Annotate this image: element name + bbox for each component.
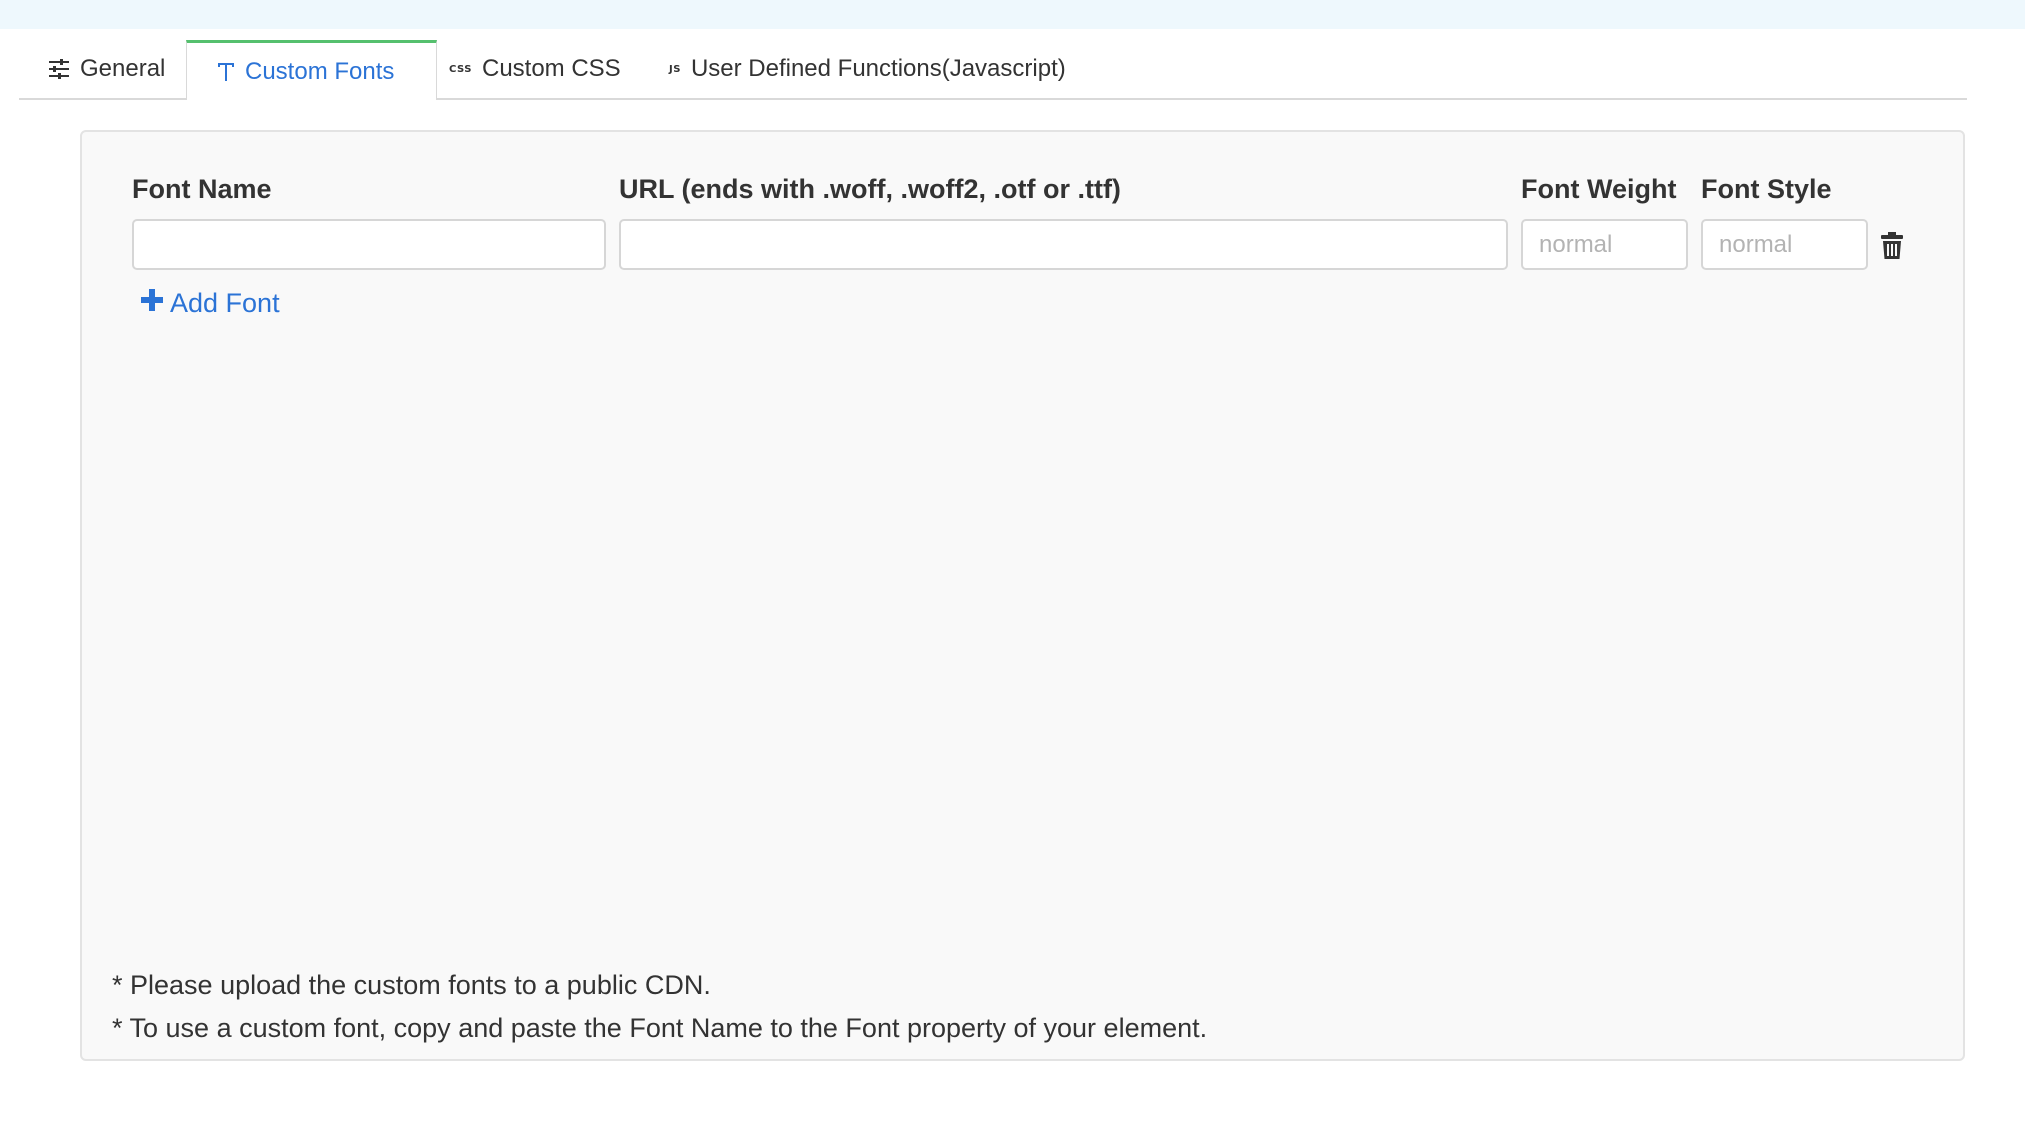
css-icon: CSS: [449, 63, 472, 75]
tab-custom-fonts-label: Custom Fonts: [245, 57, 395, 85]
settings-tabs: General Custom Fonts CSS Custom CSS JS U…: [19, 40, 1967, 100]
js-icon: JS: [669, 63, 681, 75]
font-name-input[interactable]: [132, 219, 606, 270]
trash-icon: [1880, 232, 1904, 264]
add-font-label: Add Font: [170, 288, 280, 318]
font-weight-input[interactable]: [1521, 219, 1688, 270]
tab-user-defined-functions-label: User Defined Functions(Javascript): [690, 55, 1066, 82]
url-label: URL (ends with .woff, .woff2, .otf or .t…: [619, 174, 1121, 204]
font-name-label: Font Name: [132, 174, 272, 204]
font-usage-note: * To use a custom font, copy and paste t…: [112, 1013, 1208, 1043]
top-strip: [0, 0, 2025, 29]
sliders-icon: [48, 59, 70, 79]
font-style-label: Font Style: [1701, 174, 1832, 204]
font-weight-label: Font Weight: [1521, 174, 1677, 204]
plus-icon: [140, 288, 164, 319]
tab-general[interactable]: General: [48, 40, 165, 98]
cdn-upload-note: * Please upload the custom fonts to a pu…: [112, 970, 711, 1000]
tab-custom-css[interactable]: CSS Custom CSS: [449, 40, 621, 98]
font-url-input[interactable]: [619, 219, 1508, 270]
add-font-button[interactable]: Add Font: [140, 288, 280, 319]
font-style-input[interactable]: [1701, 219, 1868, 270]
tab-general-label: General: [80, 55, 166, 82]
tab-custom-css-label: Custom CSS: [481, 55, 621, 82]
tab-custom-fonts[interactable]: Custom Fonts: [186, 40, 437, 100]
tab-user-defined-functions[interactable]: JS User Defined Functions(Javascript): [669, 40, 1066, 98]
custom-fonts-panel: Font Name URL (ends with .woff, .woff2, …: [80, 130, 1965, 1061]
delete-font-button[interactable]: [1880, 232, 1906, 260]
text-t-icon: [217, 62, 235, 82]
